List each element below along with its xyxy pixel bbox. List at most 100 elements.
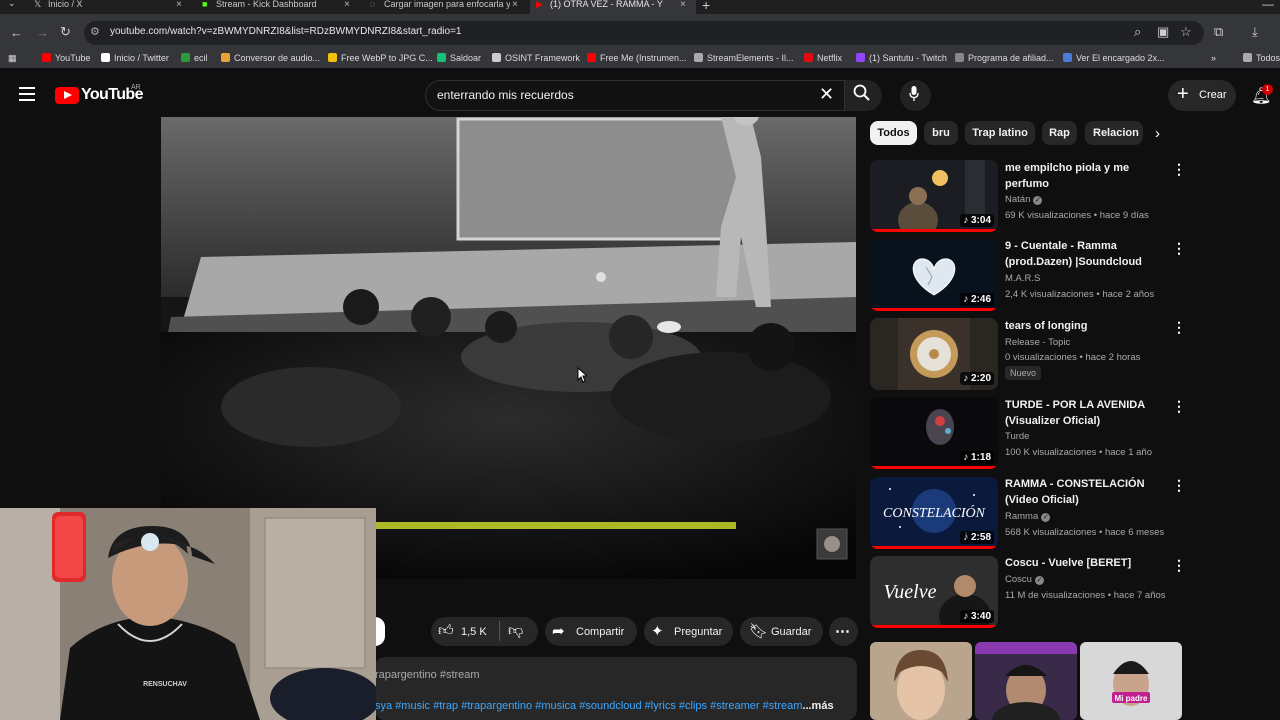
menu-icon[interactable] (19, 87, 35, 101)
youtube-logo-icon[interactable] (55, 87, 79, 104)
rec-thumbnail-4[interactable]: ♪ 1:18 (870, 397, 998, 469)
share-icon[interactable]: ➦ (552, 622, 565, 640)
bookmark-free-me[interactable]: Free Me (Instrumen... (587, 53, 687, 63)
bookmark-webp[interactable]: Free WebP to JPG C... (328, 53, 433, 63)
kick-icon: ■ (202, 0, 208, 9)
mouse-cursor-icon (577, 367, 587, 383)
rec-thumbnail-6[interactable]: Vuelve ♪ 3:40 (870, 556, 998, 628)
rec-channel-2[interactable]: M.A.R.S (1005, 273, 1040, 284)
bookmark-icon[interactable]: 🔖︎ (749, 622, 768, 640)
rec-channel-1[interactable]: Natán ✓ (1005, 194, 1043, 205)
bookmark-ecil[interactable]: ecil (181, 53, 208, 63)
dislike-icon[interactable]: 👎︎ (508, 622, 523, 640)
browser-tab-youtube[interactable]: ▶ (1) OTRA VEZ - RAMMA - Y (530, 0, 696, 14)
window-minimize-icon[interactable]: — (1262, 0, 1274, 11)
rec-thumbnail-2[interactable]: ♪ 2:46 (870, 239, 998, 311)
browser-tab-kick[interactable]: ■ Stream - Kick Dashboard (202, 0, 352, 14)
bookmark-twitch[interactable]: (1) Santutu - Twitch (856, 53, 947, 63)
short-thumbnail-2[interactable] (975, 642, 1077, 720)
chip-relacionados[interactable]: Relacion (1085, 121, 1143, 145)
subscribe-button-edge[interactable] (375, 617, 385, 646)
rec-channel-4[interactable]: Turde (1005, 431, 1029, 442)
new-tab-icon[interactable]: + (702, 0, 710, 13)
cast-icon[interactable]: ▣ (1157, 24, 1169, 40)
description-hashtags[interactable]: #music #trap #trapargentino #musica #sou… (395, 700, 802, 712)
chevron-right-icon[interactable]: › (1155, 125, 1160, 142)
apps-grid-icon[interactable]: ▦ (8, 53, 17, 64)
rec-title-2[interactable]: 9 - Cuentale - Ramma (prod.Dazen) |Sound… (1005, 239, 1165, 270)
browser-tab-x[interactable]: 𝕏 Inicio / X (34, 0, 194, 14)
chip-trap-latino[interactable]: Trap latino (965, 121, 1035, 145)
chip-bru[interactable]: bru (924, 121, 958, 145)
bookmark-twitter[interactable]: Inicio / Twitter (101, 53, 169, 63)
ask-label[interactable]: Preguntar (674, 626, 722, 638)
youtube-icon (587, 53, 596, 62)
more-vertical-icon[interactable]: ⋮ (1172, 240, 1186, 257)
back-icon[interactable]: ← (10, 25, 23, 40)
bookmark-star-icon[interactable]: ☆ (1180, 24, 1192, 40)
reload-icon[interactable]: ↻ (60, 24, 71, 40)
watch-progress-bar (870, 466, 998, 469)
more-vertical-icon[interactable]: ⋮ (1172, 161, 1186, 178)
rec-channel-3[interactable]: Release - Topic (1005, 337, 1070, 348)
rec-channel-6[interactable]: Coscu ✓ (1005, 574, 1044, 585)
show-more-link[interactable]: ...más (802, 700, 833, 712)
rec-channel-5[interactable]: Ramma ✓ (1005, 511, 1051, 522)
channel-name[interactable]: Coscu (1005, 574, 1032, 585)
more-vertical-icon[interactable]: ⋮ (1172, 557, 1186, 574)
url-text[interactable]: youtube.com/watch?v=zBWMYDNRZI8&list=RDz… (110, 26, 462, 37)
chip-todos[interactable]: Todos (870, 121, 917, 145)
channel-name[interactable]: Natán (1005, 194, 1030, 205)
download-icon[interactable]: ⤓ (1252, 24, 1258, 40)
forward-icon[interactable]: → (36, 25, 49, 40)
chip-rap[interactable]: Rap (1042, 121, 1077, 145)
bookmark-afiliados[interactable]: Programa de afiliad... (955, 53, 1054, 63)
zoom-icon[interactable]: ⌕ (1134, 24, 1141, 40)
rec-thumbnail-1[interactable]: ♪ 3:04 (870, 160, 998, 232)
bookmark-streamelements[interactable]: StreamElements - Il... (694, 53, 794, 63)
short-thumbnail-1[interactable] (870, 642, 972, 720)
channel-name[interactable]: Ramma (1005, 511, 1038, 522)
browser-tab-image[interactable]: ◌ Cargar imagen para enfocarla y (370, 0, 510, 14)
sparkle-icon[interactable]: ✦ (651, 622, 664, 640)
bookmark-youtube[interactable]: YouTube (42, 53, 90, 63)
rec-title-6[interactable]: Coscu - Vuelve [BERET] (1005, 556, 1165, 572)
more-horizontal-icon[interactable]: ⋯ (835, 622, 850, 640)
bookmark-saldoar[interactable]: Saldoar (437, 53, 481, 63)
search-icon[interactable] (853, 84, 871, 102)
microphone-icon[interactable] (909, 86, 919, 102)
more-vertical-icon[interactable]: ⋮ (1172, 319, 1186, 336)
rec-thumbnail-3[interactable]: ♪ 2:20 (870, 318, 998, 390)
bookmark-netflix[interactable]: Netflix (804, 53, 842, 63)
more-vertical-icon[interactable]: ⋮ (1172, 398, 1186, 415)
bookmark-encargado[interactable]: Ver El encargado 2x... (1063, 53, 1165, 63)
extensions-icon[interactable]: ⧉ (1214, 24, 1223, 40)
bookmark-osint[interactable]: OSINT Framework (492, 53, 580, 63)
tab-close-icon[interactable]: × (512, 0, 518, 10)
tab-close-icon[interactable]: × (344, 0, 350, 10)
duration-badge: ♪ 3:04 (960, 214, 994, 227)
tab-search-icon[interactable]: ⌄ (8, 0, 16, 9)
save-label[interactable]: Guardar (771, 626, 811, 638)
rec-title-4[interactable]: TURDE - POR LA AVENIDA (Visualizer Ofici… (1005, 398, 1165, 429)
rec-title-5[interactable]: RAMMA - CONSTELACIÓN (Video Oficial) (1005, 477, 1165, 508)
globe-icon (955, 53, 964, 62)
rec-thumbnail-5[interactable]: CONSTELACIÓN ♪ 2:58 (870, 477, 998, 549)
create-label[interactable]: Crear (1199, 89, 1227, 101)
bookmark-audio-converter[interactable]: Conversor de audio... (221, 53, 320, 63)
bookmark-all[interactable]: Todos (1243, 53, 1280, 63)
site-info-icon[interactable]: ⚙ (90, 25, 100, 38)
like-count[interactable]: 1,5 K (461, 626, 487, 638)
tab-close-icon[interactable]: × (176, 0, 182, 10)
rec-title-3[interactable]: tears of longing (1005, 319, 1165, 335)
short-thumbnail-3[interactable]: Mi padre (1080, 642, 1182, 720)
like-icon[interactable]: 👍︎ (438, 622, 454, 640)
bookmarks-overflow-icon[interactable]: » (1211, 53, 1216, 63)
clear-search-icon[interactable]: ✕ (819, 84, 834, 105)
plus-icon[interactable]: + (1177, 83, 1189, 105)
tab-close-icon[interactable]: × (680, 0, 686, 10)
share-label[interactable]: Compartir (576, 626, 624, 638)
search-input[interactable]: enterrando mis recuerdos (437, 88, 574, 102)
more-vertical-icon[interactable]: ⋮ (1172, 477, 1186, 494)
rec-title-1[interactable]: me empilcho piola y me perfumo (1005, 161, 1165, 192)
